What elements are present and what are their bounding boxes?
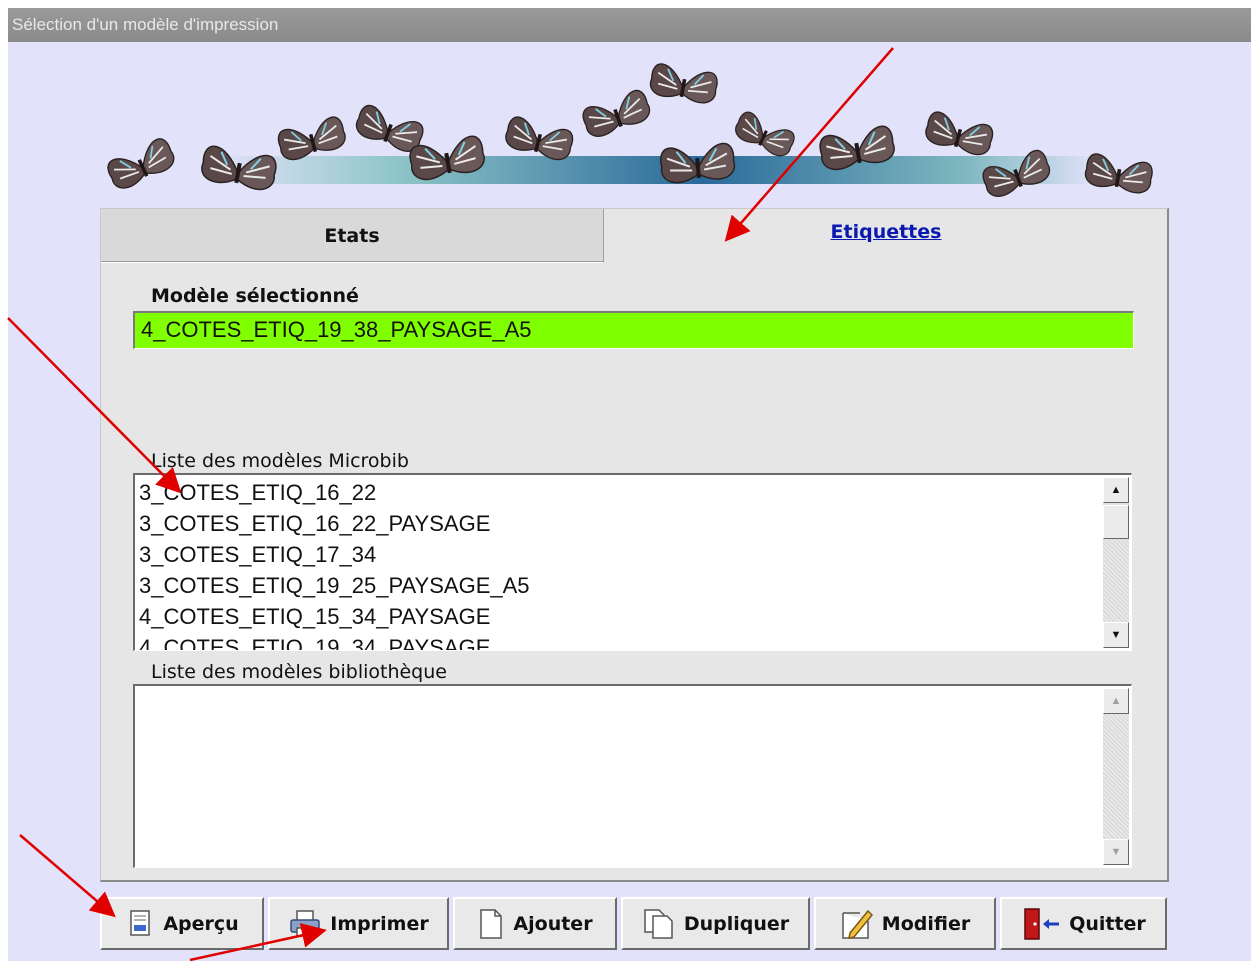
list-item[interactable]: 3_COTES_ETIQ_16_22 [139,477,1097,508]
modifier-button[interactable]: Modifier [814,897,996,950]
apercu-button[interactable]: Aperçu [100,897,264,950]
tab-etiquettes[interactable]: Etiquettes [604,209,1168,263]
selected-model-field[interactable]: 4_COTES_ETIQ_19_38_PAYSAGE_A5 [133,311,1134,349]
library-list-scrollbar[interactable]: ▲ ▼ [1103,688,1129,865]
window-titlebar[interactable]: Sélection d'un modèle d'impression [8,8,1251,42]
ajouter-button-label: Ajouter [513,912,593,935]
list-item[interactable]: 3_COTES_ETIQ_19_25_PAYSAGE_A5 [139,570,1097,601]
edit-pencil-icon [842,909,873,939]
microbib-list-label: Liste des modèles Microbib [151,450,409,472]
list-item[interactable]: 3_COTES_ETIQ_17_34 [139,539,1097,570]
printer-icon [290,909,321,937]
modifier-button-label: Modifier [881,912,971,935]
list-item[interactable]: 3_COTES_ETIQ_16_22_PAYSAGE [139,508,1097,539]
tab-etats[interactable]: Etats [101,209,604,263]
new-document-icon [480,908,503,939]
scroll-up-arrow-icon[interactable]: ▲ [1103,477,1129,503]
scroll-thumb[interactable] [1103,505,1129,539]
scroll-down-arrow-icon[interactable]: ▼ [1103,622,1129,648]
microbib-model-list[interactable]: 3_COTES_ETIQ_16_22 3_COTES_ETIQ_16_22_PA… [133,473,1132,651]
imprimer-button[interactable]: Imprimer [268,897,449,950]
scroll-down-arrow-icon[interactable]: ▼ [1103,839,1129,865]
library-list-label: Liste des modèles bibliothèque [151,661,447,683]
microbib-list-scrollbar[interactable]: ▲ ▼ [1103,477,1129,648]
butterfly-banner-image [103,61,1155,201]
dupliquer-button-label: Dupliquer [683,912,790,935]
print-preview-icon [130,909,151,936]
apercu-button-label: Aperçu [163,912,239,935]
tab-panel: Etats Etiquettes Modèle sélectionné 4_CO… [100,208,1169,882]
quitter-button-label: Quitter [1069,912,1146,935]
exit-door-icon [1024,907,1060,940]
list-item[interactable]: 4_COTES_ETIQ_19_34_PAYSAGE [139,632,1097,650]
selected-model-label: Modèle sélectionné [151,285,359,307]
scroll-up-arrow-icon[interactable]: ▲ [1103,688,1129,714]
duplicate-document-icon [644,908,673,939]
dupliquer-button[interactable]: Dupliquer [621,897,810,950]
ajouter-button[interactable]: Ajouter [453,897,617,950]
library-model-list[interactable]: ▲ ▼ [133,684,1132,868]
print-model-window: Sélection d'un modèle d'impression Etats… [8,8,1251,961]
quitter-button[interactable]: Quitter [1000,897,1167,950]
imprimer-button-label: Imprimer [330,912,429,935]
list-item[interactable]: 4_COTES_ETIQ_15_34_PAYSAGE [139,601,1097,632]
